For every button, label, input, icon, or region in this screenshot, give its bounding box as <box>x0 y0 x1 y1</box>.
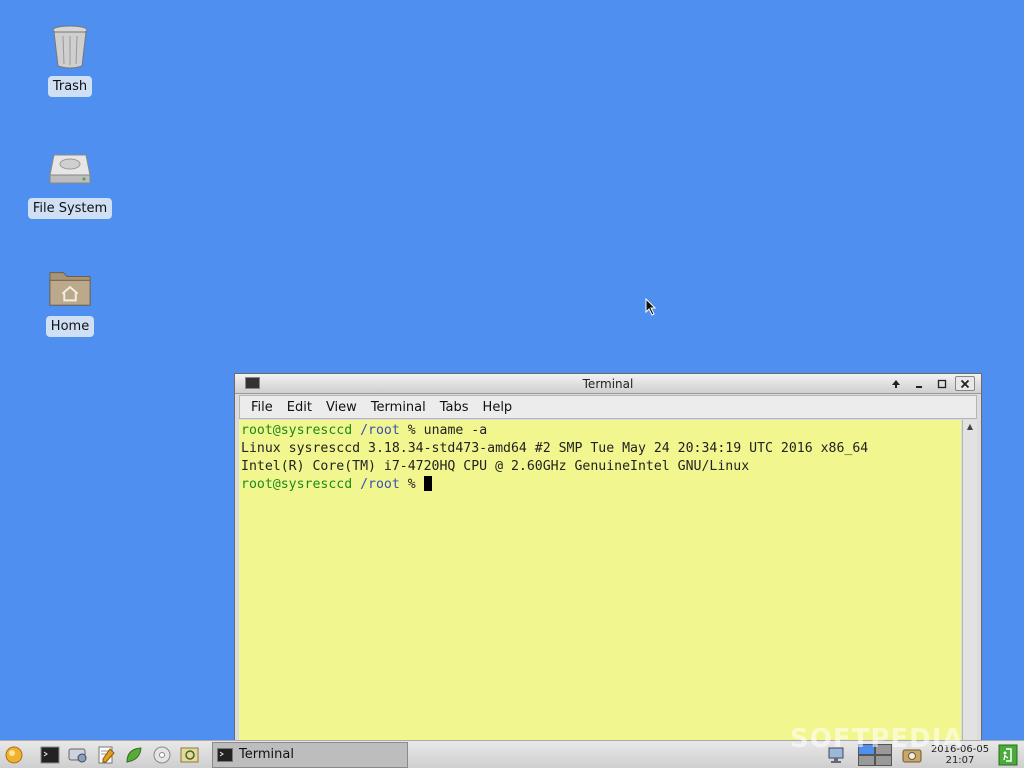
minimize-icon <box>916 385 922 388</box>
terminal-line: root@sysresccd /root % uname -a <box>241 422 959 440</box>
mouse-pointer-icon <box>645 298 657 316</box>
terminal-app-icon[interactable] <box>245 377 260 389</box>
desktop-icon-label: Home <box>45 316 95 337</box>
command-text: % <box>407 477 424 492</box>
prompt-path: /root <box>360 423 400 438</box>
prompt-path: /root <box>360 477 400 492</box>
terminal-icon <box>217 747 233 762</box>
desktop-icon-home[interactable]: Home <box>25 264 115 337</box>
close-button[interactable] <box>955 376 975 391</box>
desktop-icon-label: File System <box>27 198 113 219</box>
menu-view[interactable]: View <box>321 398 362 417</box>
scroll-up-icon[interactable]: ▲ <box>963 420 977 432</box>
terminal-icon[interactable] <box>38 743 62 767</box>
menu-edit[interactable]: Edit <box>282 398 317 417</box>
menu-icon[interactable] <box>2 743 26 767</box>
window-titlebar[interactable]: Terminal <box>235 374 981 394</box>
terminal-scrollbar[interactable]: ▲ <box>962 420 977 740</box>
menu-file[interactable]: File <box>246 398 278 417</box>
terminal-line: Linux sysresccd 3.18.34-std473-amd64 #2 … <box>241 441 869 456</box>
menu-bar: File Edit View Terminal Tabs Help <box>239 395 977 419</box>
text-editor-icon[interactable] <box>94 743 118 767</box>
maximize-button[interactable] <box>932 376 952 391</box>
taskbar-terminal-button[interactable]: Terminal <box>212 741 408 768</box>
maximize-icon <box>937 379 947 388</box>
command-text: % uname -a <box>407 423 488 438</box>
watermark: SOFTPEDIA <box>790 724 964 754</box>
leaf-icon[interactable] <box>122 743 146 767</box>
arrow-up-icon <box>892 379 900 388</box>
network-tool-icon[interactable] <box>66 743 90 767</box>
close-icon <box>960 379 970 388</box>
menu-terminal[interactable]: Terminal <box>366 398 431 417</box>
terminal-output[interactable]: root@sysresccd /root % uname -a Linux sys… <box>239 420 961 740</box>
terminal-line: Intel(R) Core(TM) i7-4720HQ CPU @ 2.60GH… <box>241 459 750 474</box>
shade-button[interactable] <box>886 376 906 391</box>
minimize-button[interactable] <box>909 376 929 391</box>
browser-icon[interactable] <box>178 743 202 767</box>
clock-time: 21:07 <box>945 755 975 766</box>
task-label: Terminal <box>239 747 294 762</box>
disc-icon[interactable] <box>150 743 174 767</box>
desktop-icon-filesystem[interactable]: File System <box>25 146 115 219</box>
text-cursor <box>423 476 432 491</box>
desktop-icon-trash[interactable]: Trash <box>25 24 115 97</box>
menu-tabs[interactable]: Tabs <box>435 398 474 417</box>
home-folder-icon <box>48 264 92 310</box>
terminal-line: root@sysresccd /root % <box>241 476 959 494</box>
prompt-host: root@sysresccd <box>241 477 353 492</box>
trash-icon <box>48 24 92 70</box>
prompt-host: root@sysresccd <box>241 423 353 438</box>
logout-icon[interactable] <box>996 743 1020 767</box>
menu-help[interactable]: Help <box>478 398 518 417</box>
drive-icon <box>48 146 92 192</box>
window-title: Terminal <box>582 376 634 391</box>
terminal-window: Terminal File Edit View Terminal Tabs He… <box>234 373 982 743</box>
desktop-icon-label: Trash <box>47 76 93 97</box>
